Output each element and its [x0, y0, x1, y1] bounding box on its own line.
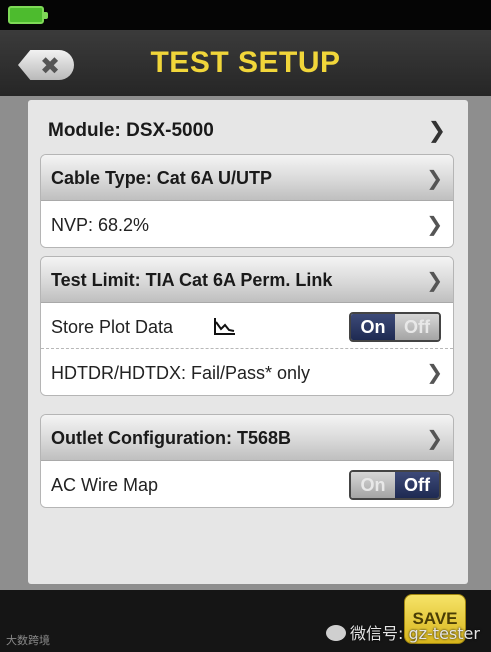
outlet-card: Outlet Configuration: T568B ❯ AC Wire Ma…: [40, 414, 454, 508]
header: ✖ TEST SETUP: [0, 30, 491, 96]
module-row[interactable]: Module: DSX-5000 ❯: [40, 110, 456, 152]
nvp-row[interactable]: NVP: 68.2% ❯: [41, 201, 453, 247]
ac-wire-map-label: AC Wire Map: [51, 475, 159, 495]
outlet-config-row[interactable]: Outlet Configuration: T568B ❯: [41, 415, 453, 461]
hdtdr-row[interactable]: HDTDR/HDTDX: Fail/Pass* only ❯: [41, 349, 453, 395]
cable-card: Cable Type: Cat 6A U/UTP ❯ NVP: 68.2% ❯: [40, 154, 454, 248]
battery-full-icon: [8, 6, 48, 24]
chevron-right-icon: ❯: [426, 267, 443, 292]
toggle-off-segment[interactable]: Off: [395, 472, 439, 498]
test-limit-label: Test Limit: TIA Cat 6A Perm. Link: [51, 270, 333, 290]
chevron-right-icon: ❯: [426, 165, 443, 190]
page-title: TEST SETUP: [150, 46, 341, 79]
main-content: Module: DSX-5000 ❯ Cable Type: Cat 6A U/…: [0, 96, 491, 590]
watermark-text: 微信号: gz-tester: [350, 624, 480, 643]
watermark-right: 微信号: gz-tester: [326, 620, 480, 644]
store-plot-label: Store Plot Data: [51, 317, 174, 337]
status-bar: [0, 0, 491, 30]
watermark-left: 大数跨境: [6, 634, 50, 647]
store-plot-row: Store Plot Data On Off: [41, 303, 453, 349]
ac-wire-map-toggle[interactable]: On Off: [349, 470, 441, 500]
cable-type-row[interactable]: Cable Type: Cat 6A U/UTP ❯: [41, 155, 453, 201]
chevron-right-icon: ❯: [426, 425, 443, 450]
bottom-bar: SAVE 大数跨境 微信号: gz-tester: [0, 590, 491, 652]
chevron-right-icon: ❯: [427, 118, 446, 144]
store-plot-toggle[interactable]: On Off: [349, 312, 441, 342]
settings-sheet: Module: DSX-5000 ❯ Cable Type: Cat 6A U/…: [28, 100, 468, 584]
toggle-off-segment[interactable]: Off: [395, 314, 439, 340]
toggle-on-segment[interactable]: On: [351, 472, 395, 498]
test-limit-card: Test Limit: TIA Cat 6A Perm. Link ❯ Stor…: [40, 256, 454, 396]
chevron-right-icon: ❯: [426, 212, 443, 236]
plot-graph-icon: [214, 318, 235, 335]
wechat-icon: [326, 625, 346, 641]
ac-wire-map-row: AC Wire Map On Off: [41, 461, 453, 507]
outlet-config-label: Outlet Configuration: T568B: [51, 428, 291, 448]
hdtdr-label: HDTDR/HDTDX: Fail/Pass* only: [51, 363, 311, 383]
module-label: Module: DSX-5000: [48, 120, 214, 141]
nvp-label: NVP: 68.2%: [51, 215, 150, 235]
test-limit-row[interactable]: Test Limit: TIA Cat 6A Perm. Link ❯: [41, 257, 453, 303]
cable-type-label: Cable Type: Cat 6A U/UTP: [51, 168, 273, 188]
chevron-right-icon: ❯: [426, 360, 443, 384]
toggle-on-segment[interactable]: On: [351, 314, 395, 340]
